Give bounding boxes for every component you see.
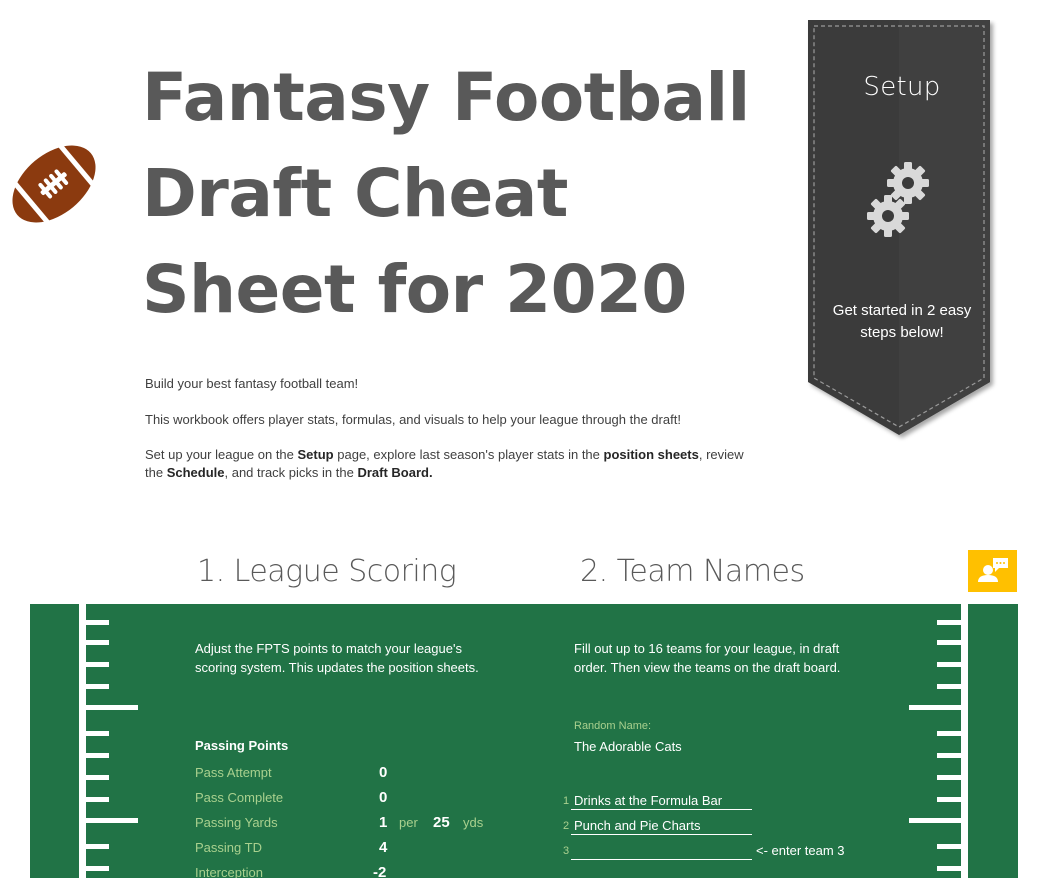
team-1-underline (571, 809, 752, 810)
team-number: 1 (563, 795, 570, 807)
per-label: per (399, 815, 418, 830)
yard-tick (937, 662, 961, 667)
team-name-input-3[interactable] (574, 843, 752, 859)
passing-yards-value[interactable]: 1 (379, 814, 387, 831)
title-line-3: Sheet for 2020 (142, 251, 687, 328)
passing-td-value[interactable]: 4 (379, 839, 387, 856)
page-title: Fantasy Football Draft Cheat Sheet for 2… (142, 50, 750, 338)
random-name-value: The Adorable Cats (574, 739, 682, 754)
team-2-underline (571, 834, 752, 835)
yard-tick (937, 684, 961, 689)
setup-link: Setup (297, 447, 334, 462)
yard-tick (937, 844, 961, 849)
ribbon-title: Setup (863, 72, 941, 102)
position-sheets-link: position sheets (603, 447, 699, 462)
ribbon-subtitle: Get started in 2 easy steps below! (832, 302, 972, 341)
football-field-panel: Adjust the FPTS points to match your lea… (30, 604, 1018, 878)
passing-td-label: Passing TD (195, 840, 262, 855)
yard-tick (86, 662, 109, 667)
yard-tick (86, 640, 109, 645)
title-line-2: Draft Cheat (142, 155, 568, 232)
yard-tick (86, 797, 109, 802)
yard-tick (937, 797, 961, 802)
team-name-input-2[interactable]: Punch and Pie Charts (574, 818, 700, 833)
pass-complete-label: Pass Complete (195, 790, 284, 805)
enter-team-hint: <- enter team 3 (756, 843, 845, 858)
random-name-label: Random Name: (574, 720, 652, 732)
yard-tick (909, 818, 961, 823)
schedule-link: Schedule (166, 465, 225, 480)
yard-tick (937, 753, 961, 758)
interception-value[interactable]: -2 (373, 864, 386, 878)
yard-tick (86, 620, 109, 625)
yard-tick (937, 775, 961, 780)
yard-tick (86, 844, 109, 849)
intro-text: Set up your league on the (145, 447, 298, 462)
yard-tick (86, 684, 109, 689)
intro-line-3: Set up your league on the Setup page, ex… (145, 446, 765, 482)
yard-tick (909, 705, 961, 710)
interception-label: Interception (195, 865, 263, 878)
yard-tick (86, 753, 109, 758)
intro-period: . (428, 465, 433, 480)
yard-tick (86, 818, 138, 823)
yard-tick (937, 731, 961, 736)
draft-board-link: Draft Board (357, 465, 429, 480)
football-icon (7, 137, 102, 233)
pass-attempt-value[interactable]: 0 (379, 764, 387, 781)
comment-person-icon (978, 558, 1008, 582)
yard-tick (86, 866, 109, 871)
team-names-heading: 2. Team Names (580, 554, 805, 589)
scoring-description: Adjust the FPTS points to match your lea… (195, 641, 479, 675)
yard-tick (86, 775, 109, 780)
passing-yards-label: Passing Yards (195, 815, 278, 830)
intro-text: , and track picks in the (224, 465, 358, 480)
team-number: 3 (563, 845, 570, 857)
yds-unit-label: yds (463, 815, 484, 830)
passing-points-title: Passing Points (195, 738, 289, 753)
team-number: 2 (563, 820, 570, 832)
teams-description: Fill out up to 16 teams for your league,… (574, 641, 841, 675)
pass-attempt-label: Pass Attempt (195, 765, 272, 780)
yard-tick (937, 620, 961, 625)
intro-text: page, explore last season's player stats… (333, 447, 604, 462)
yard-tick (86, 731, 109, 736)
yard-tick (937, 866, 961, 871)
gears-icon (862, 156, 938, 242)
intro-line-1: Build your best fantasy football team! (145, 376, 359, 391)
team-name-input-1[interactable]: Drinks at the Formula Bar (574, 793, 722, 808)
intro-line-2: This workbook offers player stats, formu… (145, 412, 681, 427)
passing-yards-per-value[interactable]: 25 (433, 814, 450, 831)
title-line-1: Fantasy Football (142, 59, 750, 136)
team-3-underline (571, 859, 752, 860)
comment-button[interactable] (968, 550, 1017, 592)
left-sideline (79, 604, 86, 878)
yard-tick (86, 705, 138, 710)
pass-complete-value[interactable]: 0 (379, 789, 387, 806)
yard-tick (937, 640, 961, 645)
right-sideline (961, 604, 968, 878)
league-scoring-heading: 1. League Scoring (197, 554, 457, 589)
